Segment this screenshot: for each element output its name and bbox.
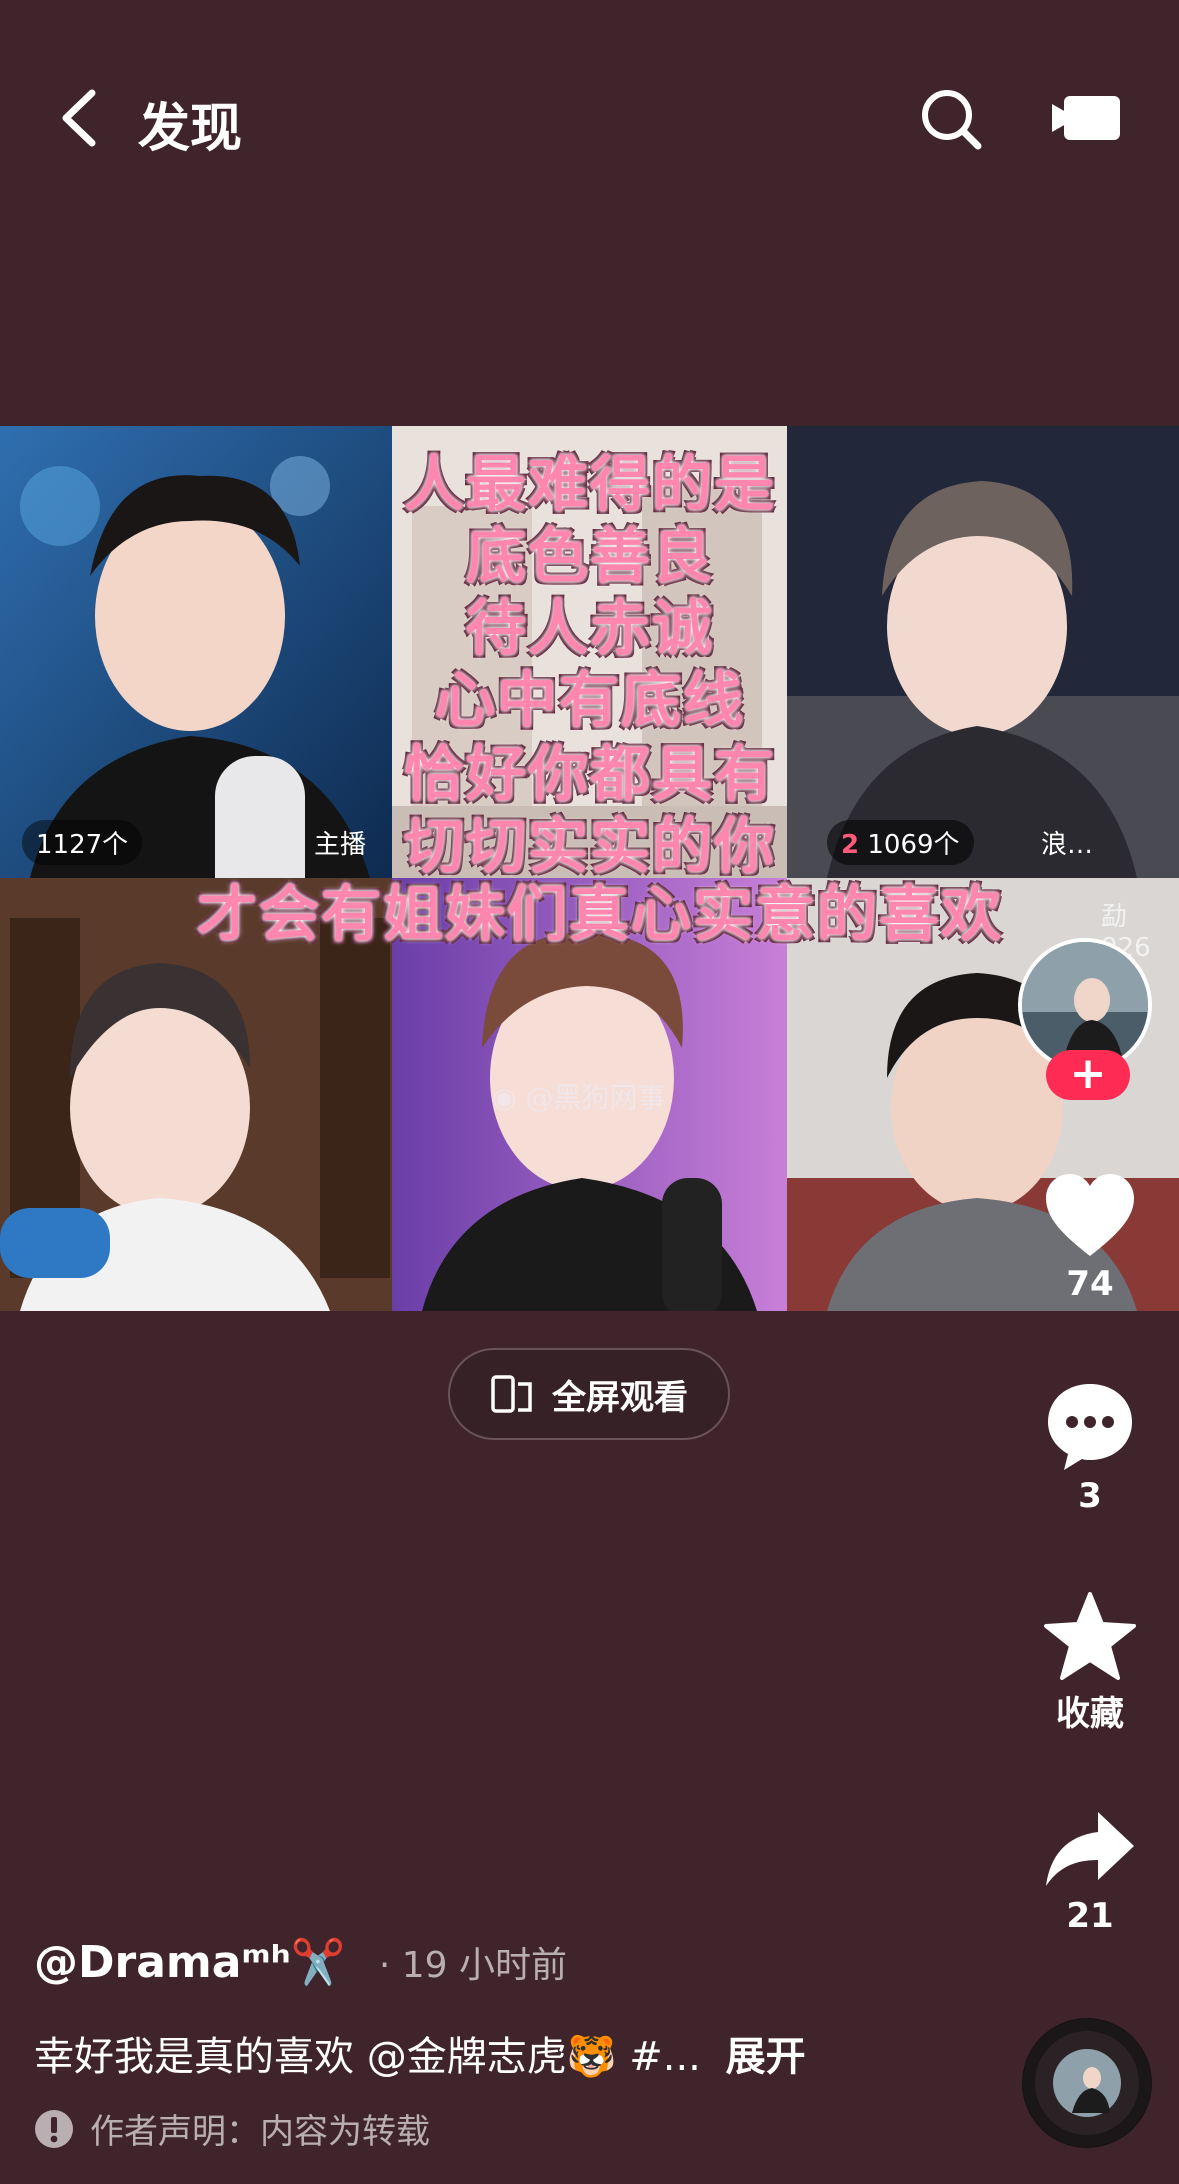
page-title: 发现 — [138, 99, 243, 159]
star-icon — [1044, 1592, 1136, 1680]
fullscreen-button[interactable]: 全屏观看 — [448, 1348, 730, 1440]
fullscreen-label: 全屏观看 — [552, 1377, 688, 1418]
share-icon — [1046, 1812, 1134, 1886]
heart-icon — [1046, 1174, 1134, 1256]
caption-line: 才会有姐妹们真心实意的喜欢 — [197, 880, 1003, 950]
share-button[interactable]: 21 — [1020, 1806, 1160, 1936]
video-camera-button[interactable] — [1050, 94, 1122, 142]
weibo-icon: ◉ — [492, 1081, 517, 1114]
author-name[interactable]: @Dramaᵐʰ✂️ — [34, 1937, 345, 1988]
post-time: · 19 小时前 — [378, 1945, 567, 1986]
comment-icon — [1048, 1384, 1132, 1470]
post-description: 幸好我是真的喜欢 @金牌志虎🐯 #... 展开 — [34, 2024, 806, 2082]
music-disc[interactable] — [1022, 2018, 1152, 2148]
top-bar: 发现 — [0, 0, 1179, 240]
comment-button[interactable]: 3 — [1020, 1380, 1160, 1516]
video-caption: 人最难得的是 底色善良 待人赤诚 心中有底线 恰好你都具有 — [150, 436, 1030, 810]
like-count: 74 — [1066, 1264, 1114, 1304]
info-alert-icon — [35, 2109, 73, 2148]
favorite-label: 收藏 — [1056, 1694, 1124, 1734]
search-icon — [922, 90, 982, 150]
back-button[interactable] — [52, 85, 112, 151]
like-button[interactable]: 74 — [1020, 1172, 1160, 1304]
nickname-text: 浪… — [1041, 830, 1094, 860]
comment-count: 3 — [1078, 1476, 1102, 1516]
chevron-left-icon — [62, 89, 96, 147]
video-player[interactable]: 1127个 主播 2 1069个 浪… 勐926 人最难得的是 底色善良 待人赤… — [0, 426, 1179, 1311]
nickname-tag: 浪… — [1027, 820, 1107, 865]
video-camera-icon — [1052, 96, 1120, 140]
gift-count-badge: 1127个 — [22, 820, 143, 865]
watermark: ◉ @黑狗网事 — [492, 1076, 665, 1116]
search-button[interactable] — [918, 86, 984, 152]
gift-count-text: 1127个 — [36, 830, 129, 860]
favorite-button[interactable]: 收藏 — [1020, 1590, 1160, 1735]
author-avatar-group: + — [1018, 938, 1158, 1102]
description-text[interactable]: 幸好我是真的喜欢 @金牌志虎🐯 #... — [34, 2034, 701, 2080]
rotate-screen-icon — [491, 1375, 532, 1413]
share-count: 21 — [1066, 1896, 1114, 1936]
author-declaration: 作者声明：内容为转载 — [34, 2104, 430, 2153]
watermark-text: @黑狗网事 — [525, 1081, 666, 1114]
expand-link[interactable]: 展开 — [726, 2034, 806, 2080]
follow-button[interactable]: + — [1046, 1050, 1130, 1100]
declaration-text: 作者声明：内容为转载 — [90, 2112, 430, 2152]
author-line: @Dramaᵐʰ✂️ · 19 小时前 — [34, 1936, 567, 1988]
music-disc-icon — [1023, 2019, 1151, 2147]
